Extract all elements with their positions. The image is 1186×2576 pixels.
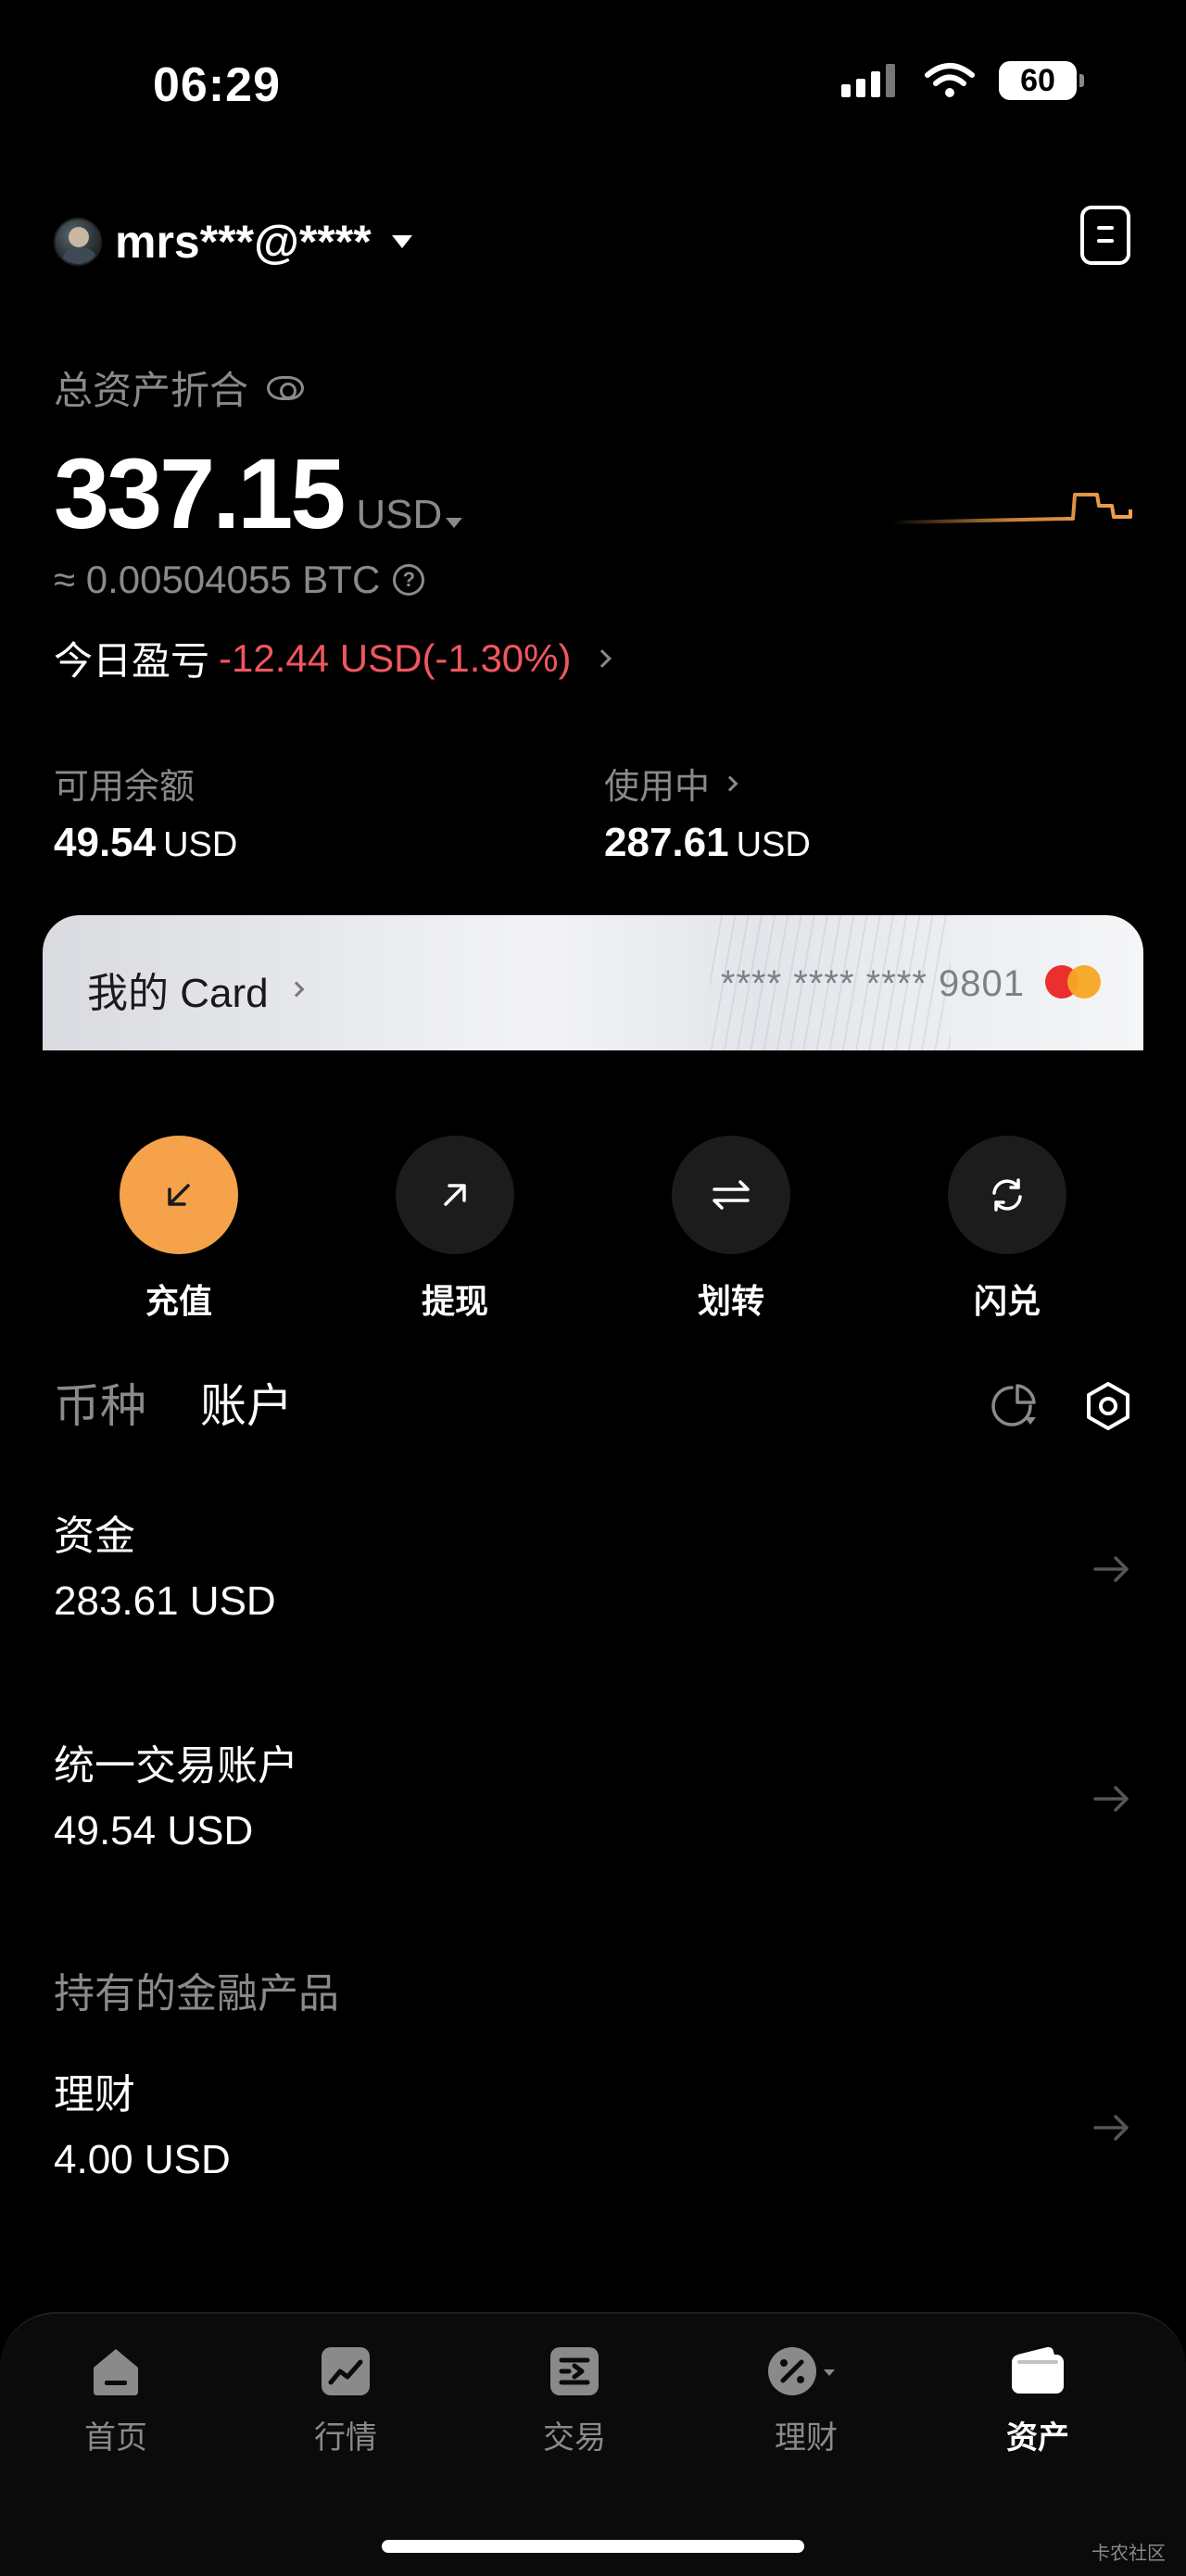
refresh-icon xyxy=(948,1136,1066,1254)
total-assets-value-row: 337.15 USD xyxy=(54,435,463,551)
total-assets-label: 总资产折合 xyxy=(54,369,249,412)
chevron-right-icon xyxy=(722,775,738,791)
wallet-icon xyxy=(1012,2346,1064,2394)
available-balance-label: 可用余额 xyxy=(54,768,196,807)
pie-chart-icon[interactable] xyxy=(990,1382,1038,1430)
home-indicator xyxy=(382,2540,804,2553)
financial-products-heading: 持有的金融产品 xyxy=(54,1971,339,2017)
available-amount: 49.54 xyxy=(54,820,157,865)
currency-label: USD xyxy=(356,492,443,537)
caret-down-icon xyxy=(446,518,463,528)
arrow-right-icon xyxy=(1093,1556,1129,1582)
watermark: 卡农社区 xyxy=(1091,2544,1166,2564)
currency-selector[interactable]: USD xyxy=(356,492,463,538)
arrow-up-right-icon xyxy=(396,1136,514,1254)
nav-trade-label: 交易 xyxy=(543,2420,606,2456)
nav-trade[interactable]: 交易 xyxy=(500,2344,649,2457)
settings-icon[interactable] xyxy=(1080,1378,1136,1434)
status-time: 06:29 xyxy=(153,58,281,112)
eye-icon[interactable] xyxy=(267,375,305,400)
tab-accounts[interactable]: 账户 xyxy=(200,1369,293,1436)
total-assets-value: 337.15 xyxy=(54,437,346,549)
available-balance-value: 49.54 USD xyxy=(54,820,237,866)
percent-icon xyxy=(768,2347,835,2395)
nav-market[interactable]: 行情 xyxy=(271,2344,420,2457)
transfer-icon xyxy=(672,1136,790,1254)
arrow-down-left-icon xyxy=(120,1136,238,1254)
transfer-label: 划转 xyxy=(697,1282,764,1320)
daily-pnl-value: -12.44 USD(-1.30%) xyxy=(219,635,572,680)
withdraw-button[interactable]: 提现 xyxy=(395,1136,515,1323)
trade-icon xyxy=(550,2347,599,2395)
home-icon xyxy=(94,2349,138,2395)
avatar xyxy=(54,218,102,266)
btc-equivalent-row: ≈ 0.00504055 BTC ? xyxy=(54,558,425,602)
nav-earn[interactable]: 理财 xyxy=(732,2344,880,2457)
nav-home[interactable]: 首页 xyxy=(42,2344,190,2457)
in-use-link[interactable]: 使用中 xyxy=(604,758,738,809)
account-row-funding[interactable]: 资金 283.61 USD xyxy=(0,1476,1186,1662)
deposit-button[interactable]: 充值 xyxy=(119,1136,239,1323)
card-number: **** **** **** 9801 xyxy=(720,963,1025,1004)
product-row-earn[interactable]: 理财 4.00 USD xyxy=(0,2035,1186,2220)
nav-market-label: 行情 xyxy=(314,2420,377,2456)
chevron-down-icon xyxy=(391,235,412,248)
convert-button[interactable]: 闪兑 xyxy=(947,1136,1067,1323)
asset-trend-sparkline xyxy=(891,493,1132,524)
card-title: 我的 Card xyxy=(87,971,269,1016)
asset-tabs: 币种 账户 xyxy=(54,1369,293,1436)
transfer-button[interactable]: 划转 xyxy=(671,1136,791,1323)
signal-icon xyxy=(841,64,895,97)
in-use-unit: USD xyxy=(736,825,811,864)
arrow-right-icon xyxy=(1093,2115,1129,2141)
product-value: 4.00 USD xyxy=(54,2137,231,2182)
nav-home-label: 首页 xyxy=(84,2420,147,2456)
in-use-label: 使用中 xyxy=(604,768,711,807)
document-icon[interactable] xyxy=(1080,206,1130,265)
account-value: 283.61 USD xyxy=(54,1578,276,1624)
status-icons: 60 xyxy=(841,61,1084,100)
account-row-unified-trading[interactable]: 统一交易账户 49.54 USD xyxy=(0,1706,1186,1891)
chevron-right-icon xyxy=(288,981,305,998)
card-title-row: 我的 Card xyxy=(87,960,305,1019)
tab-coins[interactable]: 币种 xyxy=(54,1369,146,1436)
deposit-label: 充值 xyxy=(145,1282,212,1320)
btc-equivalent: ≈ 0.00504055 BTC xyxy=(54,558,381,601)
wifi-icon xyxy=(925,63,975,97)
daily-pnl-row[interactable]: 今日盈亏 -12.44 USD(-1.30%) xyxy=(54,630,612,686)
arrow-right-icon xyxy=(1093,1786,1129,1812)
daily-pnl-label: 今日盈亏 xyxy=(54,639,210,683)
account-value: 49.54 USD xyxy=(54,1808,254,1853)
mastercard-logo xyxy=(1045,965,1101,999)
convert-label: 闪兑 xyxy=(973,1282,1041,1320)
my-card-banner[interactable]: 我的 Card **** **** **** 9801 xyxy=(43,915,1143,1050)
available-unit: USD xyxy=(163,825,238,864)
chart-icon xyxy=(322,2347,370,2395)
total-assets-label-row: 总资产折合 xyxy=(54,359,305,416)
withdraw-label: 提现 xyxy=(421,1282,488,1320)
nav-assets-label: 资产 xyxy=(1006,2420,1069,2456)
account-name: mrs***@**** xyxy=(115,216,372,268)
battery-icon: 60 xyxy=(999,61,1084,100)
product-title: 理财 xyxy=(54,2072,135,2117)
in-use-amount: 287.61 xyxy=(604,820,729,865)
account-title: 统一交易账户 xyxy=(54,1743,298,1789)
chevron-right-icon xyxy=(592,648,612,668)
account-switcher[interactable]: mrs***@**** xyxy=(54,215,412,269)
in-use-value: 287.61 USD xyxy=(604,820,811,866)
help-icon[interactable]: ? xyxy=(393,564,425,596)
account-title: 资金 xyxy=(54,1514,135,1559)
nav-assets[interactable]: 资产 xyxy=(964,2344,1112,2457)
nav-earn-label: 理财 xyxy=(775,2420,838,2456)
